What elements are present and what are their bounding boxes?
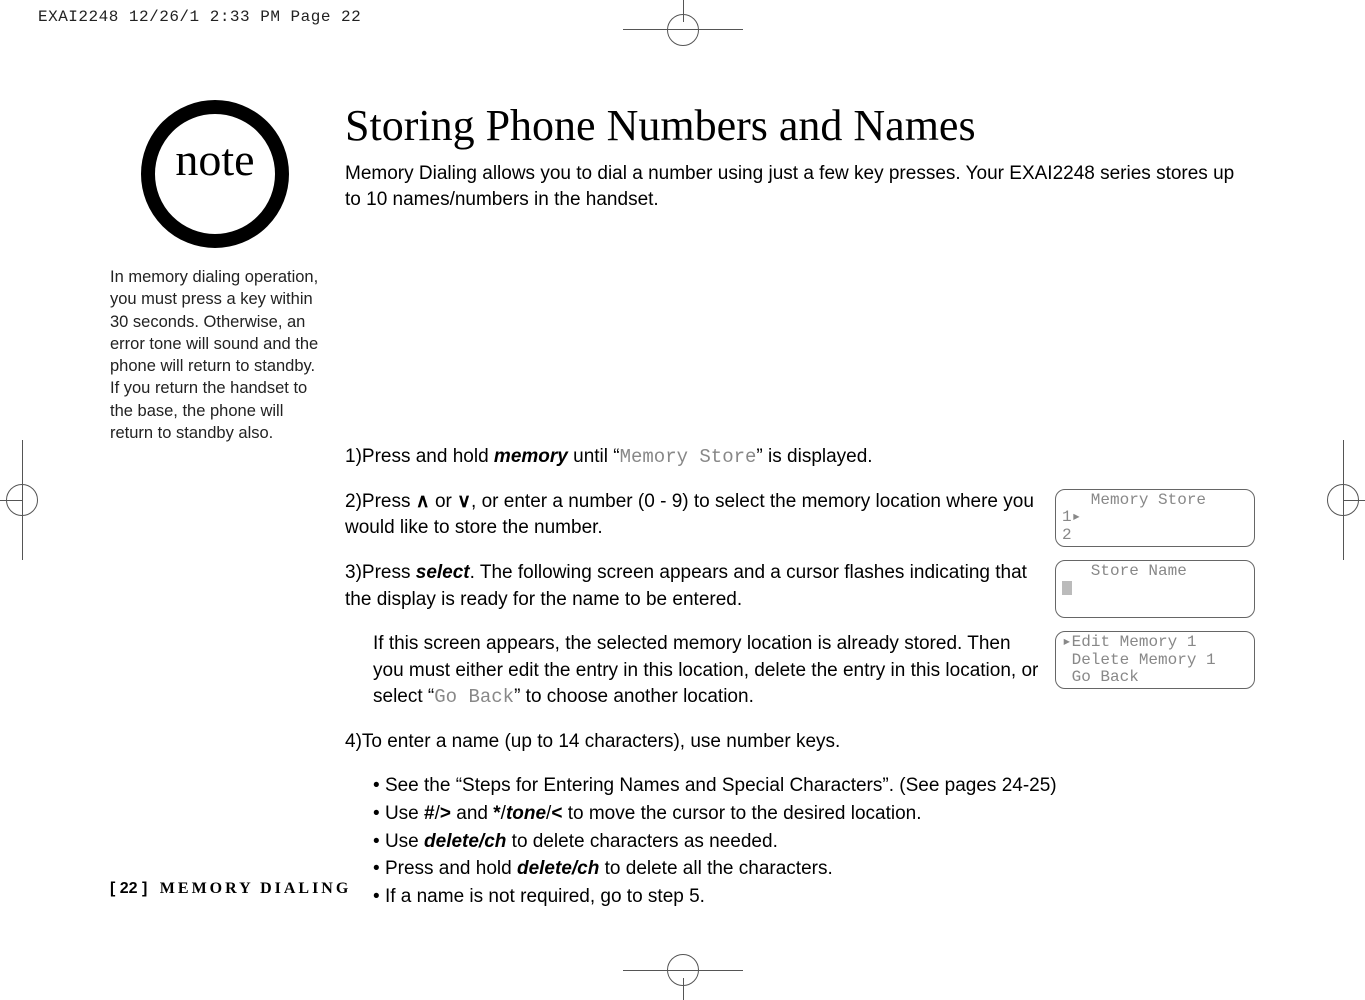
key-tone: tone (506, 803, 546, 824)
down-arrow-icon: ∨ (457, 489, 471, 516)
b4-post: to delete all the characters. (599, 858, 832, 879)
step2-text-mid: or (430, 491, 457, 512)
step-2: Memory Store 1▸ 2 2)Press ∧ or ∨, or ent… (345, 489, 1255, 542)
lcd-display-2: Store Name (1055, 560, 1255, 618)
lcd-display-3: ▸Edit Memory 1 Delete Memory 1 Go Back (1055, 631, 1255, 689)
b2-and: and (451, 803, 493, 824)
sidebar-note: note In memory dialing operation, you mu… (110, 100, 320, 444)
step-1: 1)Press and hold memory until “Memory St… (345, 444, 1255, 471)
b2-post: to move the cursor to the desired locati… (562, 803, 921, 824)
key-star: * (493, 803, 500, 824)
key-select: select (416, 562, 470, 583)
lcd2-title: Store Name (1062, 562, 1187, 580)
b3-post: to delete characters as needed. (506, 831, 777, 852)
note-icon: note (110, 100, 320, 248)
step-4: 4)To enter a name (up to 14 characters),… (345, 729, 1255, 756)
bullet-5: If a name is not required, go to step 5. (373, 884, 1255, 910)
crop-mark-bottom (623, 956, 743, 1000)
step-4-bullets: See the “Steps for Entering Names and Sp… (373, 773, 1255, 909)
bullet-3: Use delete/ch to delete characters as ne… (373, 829, 1255, 855)
b4-pre: Press and hold (385, 858, 517, 879)
bullet-1: See the “Steps for Entering Names and Sp… (373, 773, 1255, 799)
crop-mark-top (623, 0, 743, 44)
bullet-2: Use #/> and */tone/< to move the cursor … (373, 801, 1255, 827)
key-delete-ch-1: delete/ch (424, 831, 506, 852)
bullet-4: Press and hold delete/ch to delete all t… (373, 856, 1255, 882)
crop-mark-left (0, 440, 44, 560)
right-chevron-icon: > (440, 801, 451, 827)
lcd-text-go-back: Go Back (434, 686, 514, 708)
step3b-text-post: ” to choose another location. (514, 686, 754, 707)
left-chevron-icon: < (551, 801, 562, 827)
crop-mark-right (1321, 440, 1365, 560)
note-circle-icon: note (141, 100, 289, 248)
print-slug: EXAI2248 12/26/1 2:33 PM Page 22 (38, 8, 361, 26)
cursor-icon (1062, 581, 1072, 595)
b2-pre: Use (385, 803, 424, 824)
step1-text-mid: until “ (568, 446, 620, 467)
lcd-text-memory-store: Memory Store (620, 446, 757, 468)
key-delete-ch-2: delete/ch (517, 858, 599, 879)
step-3b: ▸Edit Memory 1 Delete Memory 1 Go Back I… (345, 631, 1255, 711)
section-name: MEMORY DIALING (160, 880, 352, 897)
up-arrow-icon: ∧ (416, 489, 430, 516)
page-footer: [ 22 ] MEMORY DIALING (110, 880, 351, 898)
b3-pre: Use (385, 831, 424, 852)
step-3: Store Name 3)Press select. The following… (345, 560, 1255, 613)
page-number: [ 22 ] (110, 880, 147, 897)
intro-paragraph: Memory Dialing allows you to dial a numb… (345, 161, 1255, 212)
key-hash: # (424, 803, 435, 824)
step1-text-post: ” is displayed. (756, 446, 872, 467)
step2-text-pre: 2)Press (345, 491, 416, 512)
page-title: Storing Phone Numbers and Names (345, 100, 1255, 151)
key-memory: memory (494, 446, 568, 467)
lcd-display-1: Memory Store 1▸ 2 (1055, 489, 1255, 547)
step3-text-pre: 3)Press (345, 562, 416, 583)
note-text: In memory dialing operation, you must pr… (110, 266, 320, 444)
step1-text-pre: 1)Press and hold (345, 446, 494, 467)
